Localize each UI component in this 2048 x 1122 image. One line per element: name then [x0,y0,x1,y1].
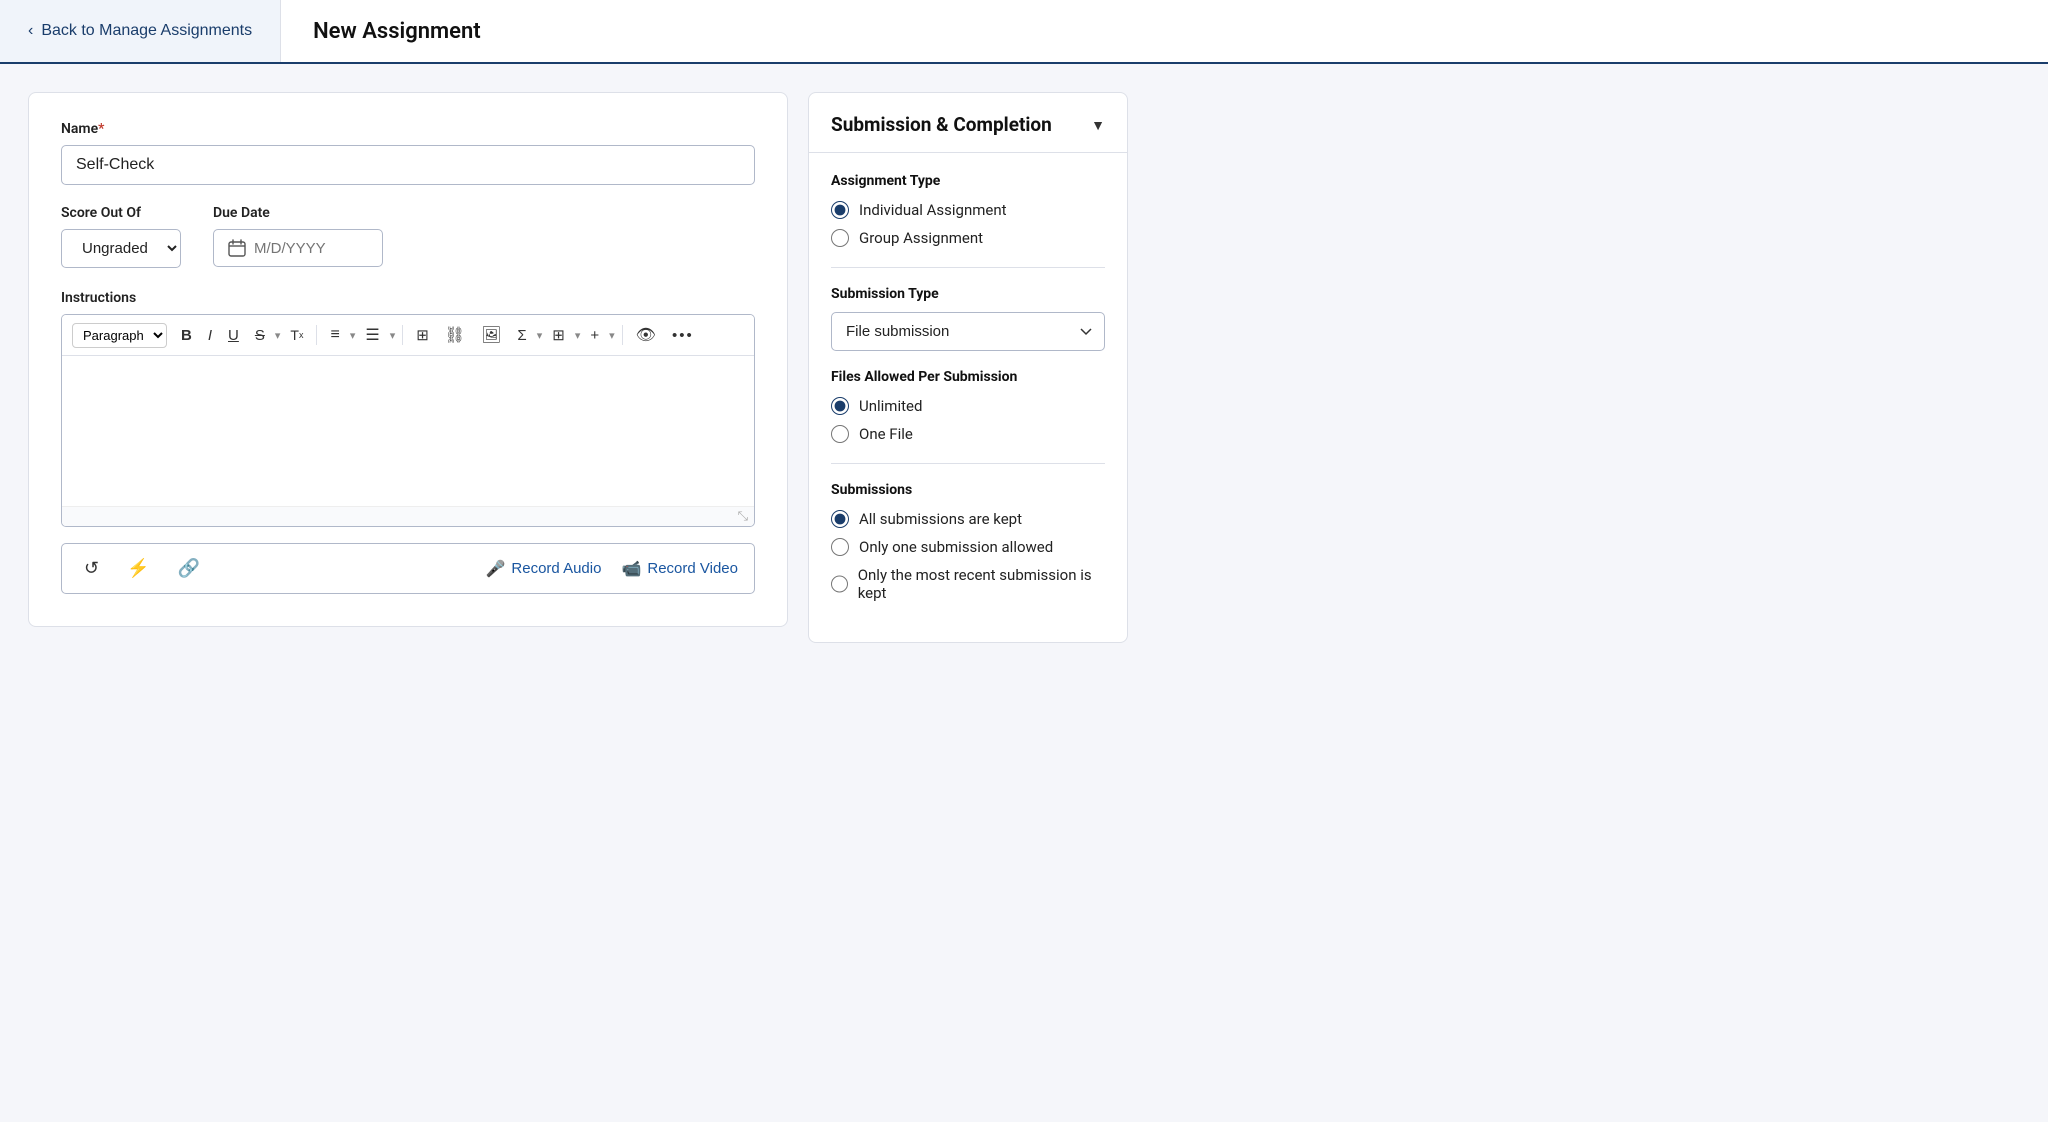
unlimited-files-radio[interactable] [831,397,849,415]
insert-button[interactable]: + [584,323,605,348]
name-field-group: Name* [61,121,755,185]
right-panel: Submission & Completion ▼ Assignment Typ… [808,92,1128,643]
one-submission-label: Only one submission allowed [859,538,1053,556]
embed-button[interactable]: ↺ [78,554,105,583]
editor-toolbar: Paragraph B I U S ▾ Tx ≡ ▾ ☰ ▾ ⊞ ⛓ 🖼 Σ ▾ [62,315,754,356]
individual-assignment-radio[interactable] [831,201,849,219]
list-dropdown-icon[interactable]: ▾ [390,329,396,342]
one-file-radio[interactable] [831,425,849,443]
back-button-label: Back to Manage Assignments [41,22,252,40]
main-layout: Name* Score Out Of Ungraded Due Date [0,64,2048,1122]
unlimited-files-label: Unlimited [859,397,922,415]
editor-resize-handle[interactable]: ⤡ [62,506,754,526]
name-label: Name* [61,121,755,137]
name-input[interactable] [61,145,755,185]
instructions-label: Instructions [61,290,755,306]
link-button[interactable]: ⛓ [439,321,471,349]
clear-format-button[interactable]: Tx [284,323,309,347]
strikethrough-dropdown-icon[interactable]: ▾ [275,329,281,342]
required-star: * [98,121,104,137]
all-submissions-kept-label: All submissions are kept [859,510,1022,528]
list-button[interactable]: ☰ [359,321,385,349]
more-button[interactable]: ••• [666,323,700,348]
all-submissions-kept-radio[interactable] [831,510,849,528]
left-panel: Name* Score Out Of Ungraded Due Date [28,92,788,627]
back-button[interactable]: ‹ Back to Manage Assignments [0,0,281,62]
panel-header: Submission & Completion ▼ [809,93,1127,153]
divider-1 [831,267,1105,268]
align-button[interactable]: ≡ [324,322,345,348]
grid-button[interactable]: ⊞ [546,322,571,348]
unlimited-files-option[interactable]: Unlimited [831,397,1105,415]
insert-dropdown-icon[interactable]: ▾ [609,329,615,342]
due-date-label: Due Date [213,205,383,221]
most-recent-option[interactable]: Only the most recent submission is kept [831,566,1105,602]
align-dropdown-icon[interactable]: ▾ [350,329,356,342]
panel-body: Assignment Type Individual Assignment Gr… [809,153,1127,642]
resize-icon: ⤡ [738,509,748,524]
header-bar: ‹ Back to Manage Assignments New Assignm… [0,0,2048,64]
bottom-toolbar-left: ↺ ⚡ 🔗 [78,554,206,583]
group-assignment-option[interactable]: Group Assignment [831,229,1105,247]
record-audio-button[interactable]: 🎤 Record Audio [485,559,601,579]
italic-button[interactable]: I [202,323,218,348]
group-assignment-radio[interactable] [831,229,849,247]
all-submissions-kept-option[interactable]: All submissions are kept [831,510,1105,528]
bold-button[interactable]: B [175,323,198,348]
page-title: New Assignment [281,0,513,62]
assignment-type-radio-group: Individual Assignment Group Assignment [831,201,1105,247]
underline-button[interactable]: U [222,323,245,348]
one-file-label: One File [859,425,913,443]
submission-type-select[interactable]: File submission Text submission URL subm… [831,312,1105,351]
image-button[interactable]: 🖼 [475,321,507,349]
panel-title: Submission & Completion [831,113,1052,136]
one-file-option[interactable]: One File [831,425,1105,443]
link2-button[interactable]: 🔗 [172,554,206,583]
submissions-radio-group: All submissions are kept Only one submis… [831,510,1105,602]
score-select[interactable]: Ungraded [61,229,181,268]
files-allowed-radio-group: Unlimited One File [831,397,1105,443]
most-recent-radio[interactable] [831,575,848,593]
divider2 [402,325,403,345]
one-submission-radio[interactable] [831,538,849,556]
divider3 [622,325,623,345]
bottom-toolbar: ↺ ⚡ 🔗 🎤 Record Audio 📹 Record Video [61,543,755,594]
camera-icon: 📹 [621,559,641,579]
panel-collapse-button[interactable]: ▼ [1091,117,1105,133]
submission-type-heading: Submission Type [831,286,1105,302]
score-field-group: Score Out Of Ungraded [61,205,181,268]
score-date-row: Score Out Of Ungraded Due Date [61,205,755,268]
individual-assignment-option[interactable]: Individual Assignment [831,201,1105,219]
record-video-label: Record Video [647,560,738,577]
bottom-toolbar-right: 🎤 Record Audio 📹 Record Video [485,559,738,579]
record-video-button[interactable]: 📹 Record Video [621,559,738,579]
formula-dropdown-icon[interactable]: ▾ [537,329,543,342]
assignment-type-heading: Assignment Type [831,173,1105,189]
score-label: Score Out Of [61,205,181,221]
formula-button[interactable]: Σ [511,323,532,348]
back-chevron-icon: ‹ [28,22,33,40]
one-submission-option[interactable]: Only one submission allowed [831,538,1105,556]
accessibility-button[interactable]: 👁 [630,321,662,349]
editor-container: Paragraph B I U S ▾ Tx ≡ ▾ ☰ ▾ ⊞ ⛓ 🖼 Σ ▾ [61,314,755,527]
due-date-input[interactable] [254,240,364,257]
most-recent-label: Only the most recent submission is kept [858,566,1105,602]
group-assignment-label: Group Assignment [859,229,983,247]
due-date-input-wrap[interactable] [213,229,383,267]
editor-body[interactable] [62,356,754,506]
shortcut-button[interactable]: ⚡ [121,554,155,583]
submissions-heading: Submissions [831,482,1105,498]
files-allowed-heading: Files Allowed Per Submission [831,369,1105,385]
table-button[interactable]: ⊞ [410,322,435,348]
divider1 [316,325,317,345]
divider-2 [831,463,1105,464]
individual-assignment-label: Individual Assignment [859,201,1007,219]
strikethrough-button[interactable]: S [249,323,271,348]
microphone-icon: 🎤 [485,559,505,579]
paragraph-select[interactable]: Paragraph [72,323,167,348]
calendar-icon [228,239,246,257]
grid-dropdown-icon[interactable]: ▾ [575,329,581,342]
record-audio-label: Record Audio [511,560,601,577]
due-date-field-group: Due Date [213,205,383,268]
